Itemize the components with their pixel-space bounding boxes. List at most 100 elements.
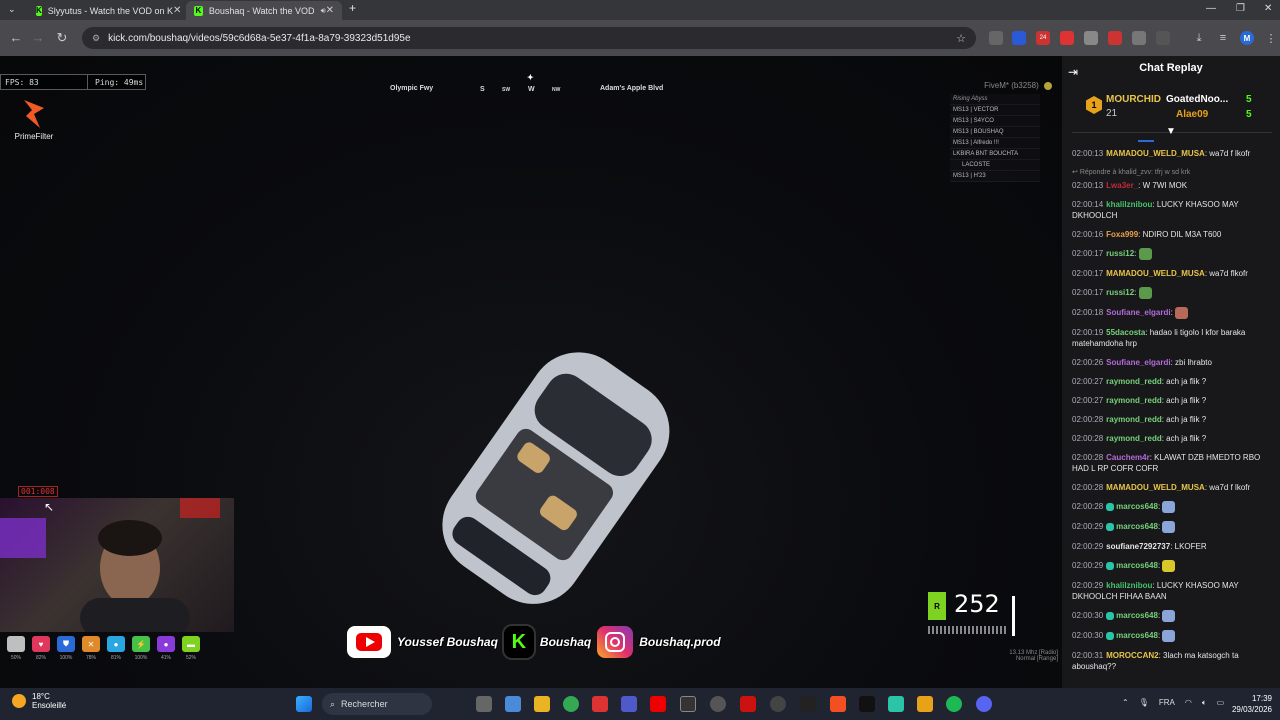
volume-icon[interactable]: 🔈︎ bbox=[1202, 698, 1207, 708]
fps-text: FPS: 83 bbox=[5, 77, 39, 87]
maximize-button[interactable]: ❐ bbox=[1236, 3, 1245, 14]
language-indicator[interactable]: FRA bbox=[1159, 698, 1175, 708]
message-username[interactable]: raymond_redd bbox=[1106, 415, 1162, 424]
message-username[interactable]: Foxa999 bbox=[1106, 230, 1138, 239]
menu-icon[interactable]: ⋮ bbox=[1264, 31, 1278, 45]
message-username[interactable]: MAMADOU_WELD_MUSA bbox=[1106, 269, 1205, 278]
chat-message: 02:00:30 marcos648: bbox=[1072, 610, 1272, 622]
forward-button[interactable]: → bbox=[26, 30, 50, 45]
message-username[interactable]: khalilznibou bbox=[1106, 200, 1152, 209]
battery-icon[interactable]: ▭ bbox=[1217, 698, 1225, 708]
browser-toolbar: ← → ↻ ⚙ kick.com/boushaq/videos/59c6d68a… bbox=[0, 20, 1280, 56]
reply-reference: ↩ Répondre à khalid_zvv: tfrj w sd krk bbox=[1072, 167, 1272, 178]
message-timestamp: 02:00:29 bbox=[1072, 581, 1104, 590]
new-tab-button[interactable]: + bbox=[349, 1, 356, 15]
status-meter: ● 81% bbox=[106, 636, 126, 661]
close-icon[interactable]: ✕ bbox=[173, 5, 181, 16]
weather-widget[interactable]: 18°C Ensoleillé bbox=[12, 692, 66, 710]
wifi-icon[interactable]: ◠ bbox=[1185, 698, 1192, 708]
extension-icon[interactable] bbox=[989, 31, 1003, 45]
tab-slyyutus[interactable]: K Slyyutus - Watch the VOD on K ✕ bbox=[28, 1, 184, 20]
message-username[interactable]: marcos648 bbox=[1116, 611, 1158, 620]
back-button[interactable]: ← bbox=[4, 30, 28, 45]
tab-search-icon[interactable]: ⌄ bbox=[8, 4, 16, 15]
download-icon[interactable]: ⤓ bbox=[1192, 31, 1206, 45]
minimize-button[interactable]: — bbox=[1206, 3, 1216, 14]
extension-icon[interactable] bbox=[1084, 31, 1098, 45]
message-username[interactable]: marcos648 bbox=[1116, 561, 1158, 570]
message-username[interactable]: Cauchem4r bbox=[1106, 453, 1150, 462]
server-text: FiveM* (b3258) bbox=[984, 81, 1039, 90]
message-username[interactable]: Soufiane_elgardi bbox=[1106, 308, 1170, 317]
extensions-puzzle-icon[interactable] bbox=[1156, 31, 1170, 45]
teams-icon[interactable] bbox=[621, 696, 637, 712]
extension-icon[interactable] bbox=[1108, 31, 1122, 45]
video-player[interactable]: FPS: 83 Ping: 49ms PrimeFilter Olympic F… bbox=[0, 56, 1062, 688]
message-username[interactable]: marcos648 bbox=[1116, 502, 1158, 511]
media-icon[interactable]: ≡ bbox=[1216, 31, 1230, 45]
app-icon[interactable] bbox=[740, 696, 756, 712]
message-username[interactable]: raymond_redd bbox=[1106, 434, 1162, 443]
tab-boushaq[interactable]: K Boushaq - Watch the VOD 🔊︎ ✕ bbox=[186, 1, 342, 20]
acrobat-icon[interactable] bbox=[592, 696, 608, 712]
address-bar[interactable]: ⚙ kick.com/boushaq/videos/59c6d68a-5e37-… bbox=[82, 27, 976, 49]
taskbar-search[interactable]: ⌕ Rechercher bbox=[322, 693, 432, 715]
site-info-icon[interactable]: ⚙ bbox=[92, 33, 100, 44]
mic-icon[interactable]: 🎙︎ bbox=[1139, 698, 1149, 708]
message-username[interactable]: Lwa3er_ bbox=[1106, 181, 1138, 190]
message-username[interactable]: MOROCCAN2 bbox=[1106, 651, 1158, 660]
extension-icon[interactable]: 24 bbox=[1036, 31, 1050, 45]
discord-icon[interactable] bbox=[976, 696, 992, 712]
obs-icon[interactable] bbox=[770, 696, 786, 712]
message-username[interactable]: russi12 bbox=[1106, 249, 1134, 258]
xm-icon[interactable] bbox=[800, 696, 816, 712]
windows-start-icon[interactable] bbox=[296, 696, 312, 712]
extension-badge: 24 bbox=[1039, 35, 1047, 41]
search-placeholder: Rechercher bbox=[341, 699, 388, 709]
message-username[interactable]: 55dacosta bbox=[1106, 328, 1145, 337]
spotify-icon[interactable] bbox=[946, 696, 962, 712]
clock[interactable]: 17:39 29/03/2026 bbox=[1232, 693, 1272, 715]
chevron-up-icon[interactable]: ⌃ bbox=[1122, 698, 1129, 708]
message-username[interactable]: soufiane7292737 bbox=[1106, 542, 1170, 551]
app-icon[interactable] bbox=[888, 696, 904, 712]
profile-avatar[interactable]: M bbox=[1240, 31, 1254, 45]
message-username[interactable]: russi12 bbox=[1106, 288, 1134, 297]
task-view-icon[interactable] bbox=[476, 696, 492, 712]
message-timestamp: 02:00:28 bbox=[1072, 453, 1104, 462]
ping-text: Ping: 49ms bbox=[95, 77, 144, 87]
settings-icon[interactable] bbox=[710, 696, 726, 712]
chat-message: 02:00:17 MAMADOU_WELD_MUSA: wa7d flkofr bbox=[1072, 268, 1272, 279]
extension-icon[interactable] bbox=[1012, 31, 1026, 45]
brave-icon[interactable] bbox=[830, 696, 846, 712]
message-username[interactable]: MAMADOU_WELD_MUSA bbox=[1106, 149, 1205, 158]
extension-icon[interactable] bbox=[1132, 31, 1146, 45]
message-username[interactable]: raymond_redd bbox=[1106, 396, 1162, 405]
message-username[interactable]: marcos648 bbox=[1116, 522, 1158, 531]
compass-dir: W bbox=[528, 86, 535, 93]
status-icon: ● bbox=[157, 636, 175, 652]
extension-icon[interactable] bbox=[1060, 31, 1074, 45]
status-icon bbox=[7, 636, 25, 652]
bookmark-star-icon[interactable]: ☆ bbox=[956, 32, 966, 45]
message-username[interactable]: MAMADOU_WELD_MUSA bbox=[1106, 483, 1205, 492]
tradingview-icon[interactable] bbox=[859, 696, 875, 712]
fps-ping-hud: FPS: 83 Ping: 49ms bbox=[0, 74, 146, 90]
message-timestamp: 02:00:13 bbox=[1072, 181, 1104, 190]
message-username[interactable]: khalilznibou bbox=[1106, 581, 1152, 590]
copilot-icon[interactable] bbox=[505, 696, 521, 712]
message-username[interactable]: raymond_redd bbox=[1106, 377, 1162, 386]
close-icon[interactable]: ✕ bbox=[326, 5, 334, 16]
reload-button[interactable]: ↻ bbox=[50, 30, 74, 46]
message-timestamp: 02:00:14 bbox=[1072, 200, 1104, 209]
app-icon[interactable] bbox=[917, 696, 933, 712]
close-window-button[interactable]: ✕ bbox=[1264, 3, 1272, 14]
filter-icon[interactable]: ▼ bbox=[1166, 126, 1176, 137]
chat-message: 02:00:28 marcos648: bbox=[1072, 501, 1272, 513]
message-username[interactable]: Soufiane_elgardi bbox=[1106, 358, 1170, 367]
fn-icon[interactable] bbox=[680, 696, 696, 712]
youtube-app-icon[interactable] bbox=[650, 696, 666, 712]
message-username[interactable]: marcos648 bbox=[1116, 631, 1158, 640]
chrome-icon[interactable] bbox=[563, 696, 579, 712]
file-explorer-icon[interactable] bbox=[534, 696, 550, 712]
